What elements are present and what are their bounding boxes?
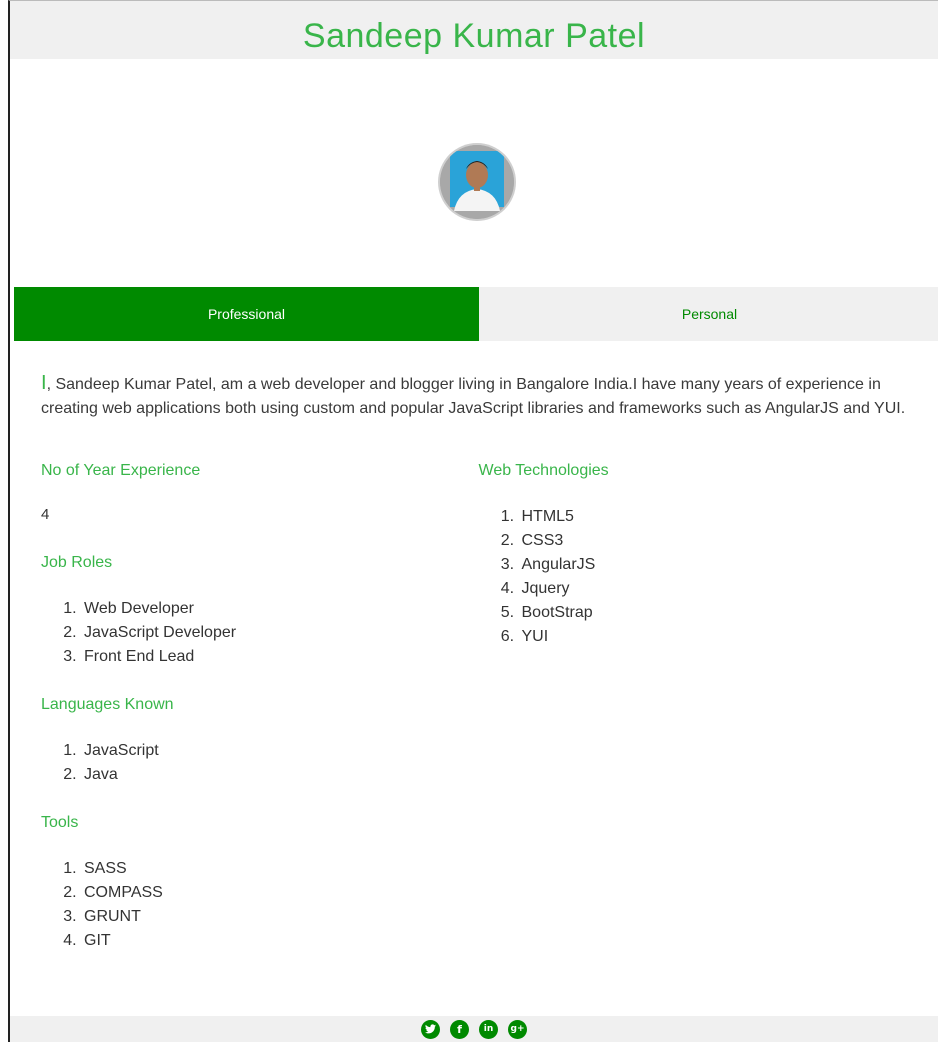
intro-paragraph: I, Sandeep Kumar Patel, am a web develop… [41,371,908,421]
linkedin-glyph: in [483,1024,494,1034]
list-item: Jquery [519,577,909,601]
page-title: Sandeep Kumar Patel [302,17,646,55]
list-item: GRUNT [81,905,479,929]
tab-label: Personal [681,306,738,322]
job-roles-list: Web Developer JavaScript Developer Front… [41,597,479,669]
profile-area [10,59,938,287]
right-column: Web Technologies HTML5 CSS3 AngularJS Jq… [479,461,909,979]
page-frame: Sandeep Kumar Patel Professional Persona… [8,0,938,1042]
list-item: COMPASS [81,881,479,905]
footer: f in g+ [10,1016,938,1042]
list-item: JavaScript [81,739,479,763]
tools-list: SASS COMPASS GRUNT GIT [41,857,479,953]
list-item: Java [81,763,479,787]
intro-text: , Sandeep Kumar Patel, am a web develope… [41,376,906,417]
twitter-icon[interactable] [421,1019,440,1039]
avatar [440,145,514,219]
list-item: GIT [81,929,479,953]
tab-label: Professional [207,306,286,322]
experience-value: 4 [41,506,50,523]
list-item: HTML5 [519,505,909,529]
list-item: BootStrap [519,601,909,625]
list-item: SASS [81,857,479,881]
avatar-photo-icon [440,145,514,219]
list-item: AngularJS [519,553,909,577]
list-item: YUI [519,625,909,649]
left-column: No of Year Experience 4 Job Roles Web De… [41,461,479,979]
page-header: Sandeep Kumar Patel [10,1,938,59]
web-technologies-list: HTML5 CSS3 AngularJS Jquery BootStrap YU… [479,505,909,649]
tab-content: I, Sandeep Kumar Patel, am a web develop… [10,341,938,979]
web-technologies-title: Web Technologies [478,462,609,479]
linkedin-icon[interactable]: in [479,1019,498,1039]
tools-title: Tools [41,814,79,831]
list-item: Web Developer [81,597,479,621]
languages-list: JavaScript Java [41,739,479,787]
twitter-bird-icon [425,1024,436,1034]
tab-professional[interactable]: Professional [14,287,479,341]
list-item: JavaScript Developer [81,621,479,645]
google-plus-icon[interactable]: g+ [508,1019,527,1039]
experience-title: No of Year Experience [41,462,201,479]
facebook-icon[interactable]: f [450,1019,469,1039]
list-item: CSS3 [519,529,909,553]
list-item: Front End Lead [81,645,479,669]
details-columns: No of Year Experience 4 Job Roles Web De… [41,461,908,979]
facebook-glyph: f [457,1022,462,1036]
job-roles-title: Job Roles [41,554,113,571]
tab-personal[interactable]: Personal [479,287,938,341]
tab-bar: Professional Personal [14,287,938,341]
languages-title: Languages Known [41,696,174,713]
google-plus-glyph: g+ [510,1024,525,1034]
